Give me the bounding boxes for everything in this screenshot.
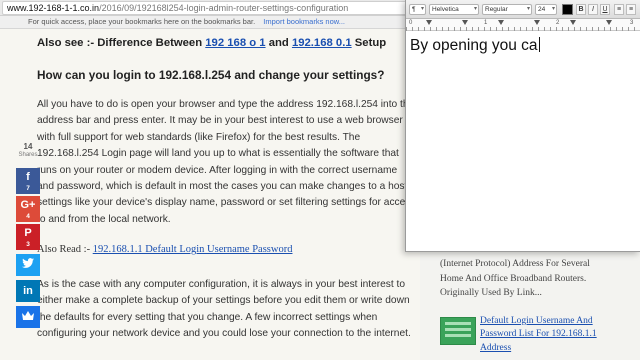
related-title-line[interactable]: Address: [480, 342, 597, 355]
tab-stop-marker[interactable]: [462, 20, 468, 25]
document-area[interactable]: By opening you ca: [406, 31, 640, 251]
paragraph-line: and password, which is default in most t…: [37, 180, 419, 192]
twitter-icon: [16, 254, 40, 273]
snippet-line: Originally Used By Link...: [440, 288, 542, 299]
paragraph-2: As is the case with any computer configu…: [37, 277, 411, 343]
also-see-suffix: Setup: [354, 37, 387, 49]
bookmarks-hint: For quick access, place your bookmarks h…: [28, 17, 256, 26]
italic-button[interactable]: I: [588, 4, 598, 15]
font-size-value: 24: [538, 6, 546, 13]
tab-stop-marker[interactable]: [606, 20, 612, 25]
related-post[interactable]: Default Login Username And Password List…: [440, 315, 640, 359]
document-text[interactable]: By opening you ca: [410, 37, 538, 54]
paragraph-line: All you have to do is open your browser …: [37, 99, 415, 110]
screen: www.192-168-1-1.co.in/2016/09/192168l254…: [0, 0, 640, 360]
font-size-select[interactable]: 24 ▾: [535, 4, 557, 15]
also-see-and: and: [268, 37, 289, 49]
chevron-down-icon: ▾: [526, 6, 530, 12]
pinterest-icon: P: [24, 227, 32, 239]
tab-stop-marker[interactable]: [426, 20, 432, 25]
also-see-link-2[interactable]: 192.168 0.1: [292, 37, 352, 49]
twitter-share-button[interactable]: [16, 254, 40, 276]
align-left-icon: ≡: [616, 6, 622, 13]
section-heading: How can you login to 192.168.l.254 and c…: [37, 68, 385, 82]
sumo-share-button[interactable]: [16, 306, 40, 328]
paragraph-line: to and from the local network.: [37, 213, 171, 225]
url-host: www.192-168-1-1.co.in: [7, 3, 100, 13]
ruler[interactable]: 0 1 2 3: [406, 19, 640, 31]
paragraph-line: runs on your router or modem device. Aft…: [37, 164, 398, 176]
related-title-line[interactable]: Password List For 192.168.1.1: [480, 328, 597, 341]
also-see-prefix: Also see :- Difference Between: [37, 37, 203, 49]
paragraph-line: with full support for web standards (lik…: [37, 131, 361, 143]
chevron-down-icon: ▾: [551, 6, 555, 12]
google-plus-share-button[interactable]: G+ 4: [16, 196, 40, 222]
font-family-select[interactable]: Helvetica ▾: [429, 4, 479, 15]
paragraph-style-select[interactable]: ¶ ▾: [409, 4, 426, 15]
snippet-line: (Internet Protocol) Address For Several: [440, 259, 590, 269]
tab-stop-marker[interactable]: [570, 20, 576, 25]
document-text-line[interactable]: By opening you ca: [410, 37, 540, 55]
align-center-icon: ≡: [628, 6, 634, 13]
font-style-select[interactable]: Regular ▾: [482, 4, 532, 15]
share-label: Shares: [18, 152, 38, 158]
format-toolbar: ¶ ▾ Helvetica ▾ Regular ▾ 24 ▾ B I U ≡ ≡: [406, 0, 640, 19]
pinterest-share-button[interactable]: P 3: [16, 224, 40, 250]
linkedin-share-button[interactable]: in: [16, 280, 40, 302]
paragraph-line: configuring your network device and you …: [37, 328, 411, 340]
related-post-thumbnail[interactable]: [440, 317, 476, 345]
ruler-ticks: [406, 19, 640, 31]
text-editor-window[interactable]: ¶ ▾ Helvetica ▾ Regular ▾ 24 ▾ B I U ≡ ≡ 0 1…: [405, 0, 640, 252]
google-plus-share-count: 4: [26, 213, 30, 220]
facebook-share-button[interactable]: f 7: [16, 168, 40, 194]
related-post-title[interactable]: Default Login Username And Password List…: [480, 315, 597, 355]
related-title-line[interactable]: Default Login Username And: [480, 315, 597, 328]
sidebar-snippet: (Internet Protocol) Address For Several …: [440, 257, 635, 301]
ruler-number: 1: [484, 20, 488, 26]
ruler-number: 0: [409, 20, 413, 26]
import-bookmarks-link[interactable]: Import bookmarks now...: [263, 17, 345, 26]
url-path: /2016/09/192168l254-login-admin-router-s…: [99, 3, 349, 13]
chevron-down-icon: ▾: [420, 6, 424, 12]
paragraph-line: As is the case with any computer configu…: [37, 279, 406, 290]
linkedin-icon: in: [23, 285, 33, 297]
paragraph-line: the defaults for every setting that you …: [37, 311, 378, 323]
paragraph-line: address bar and press enter. It may be i…: [37, 115, 403, 127]
also-read-link[interactable]: 192.168.1.1 Default Login Username Passw…: [93, 244, 293, 255]
bold-button[interactable]: B: [576, 4, 586, 15]
tab-stop-marker[interactable]: [498, 20, 504, 25]
paragraph-line: settings like your device's display name…: [37, 197, 416, 209]
also-read-prefix: Also Read :-: [37, 244, 91, 255]
crown-icon: [16, 306, 40, 325]
font-style-value: Regular: [485, 6, 508, 13]
chevron-down-icon: ▾: [473, 6, 477, 12]
address-bar[interactable]: www.192-168-1-1.co.in/2016/09/192168l254…: [2, 1, 422, 15]
tab-stop-marker[interactable]: [534, 20, 540, 25]
ruler-number: 3: [630, 20, 634, 26]
also-read-line: Also Read :- 192.168.1.1 Default Login U…: [37, 244, 292, 255]
paragraph-style-value: ¶: [412, 6, 416, 13]
font-family-value: Helvetica: [432, 6, 459, 13]
facebook-icon: f: [26, 171, 30, 183]
pinterest-share-count: 3: [26, 241, 30, 248]
share-count: 14: [23, 142, 33, 151]
text-color-swatch[interactable]: [562, 4, 573, 15]
google-plus-icon: G+: [20, 199, 36, 211]
facebook-share-count: 7: [26, 185, 30, 192]
also-see-link-1[interactable]: 192 168 o 1: [205, 37, 265, 49]
align-left-button[interactable]: ≡: [614, 4, 624, 15]
paragraph-1: All you have to do is open your browser …: [37, 97, 419, 228]
paragraph-line: 192.168.l.254 Login page will land you u…: [37, 148, 399, 160]
paragraph-line: either make a complete backup of your se…: [37, 295, 410, 307]
article: Also see :- Difference Between 192 168 o…: [0, 29, 420, 360]
align-center-button[interactable]: ≡: [626, 4, 636, 15]
underline-button[interactable]: U: [600, 4, 610, 15]
text-caret: [538, 37, 540, 52]
snippet-line: Home And Office Broadband Routers.: [440, 273, 587, 284]
ruler-number: 2: [556, 20, 560, 26]
also-see-line: Also see :- Difference Between 192 168 o…: [37, 37, 386, 49]
